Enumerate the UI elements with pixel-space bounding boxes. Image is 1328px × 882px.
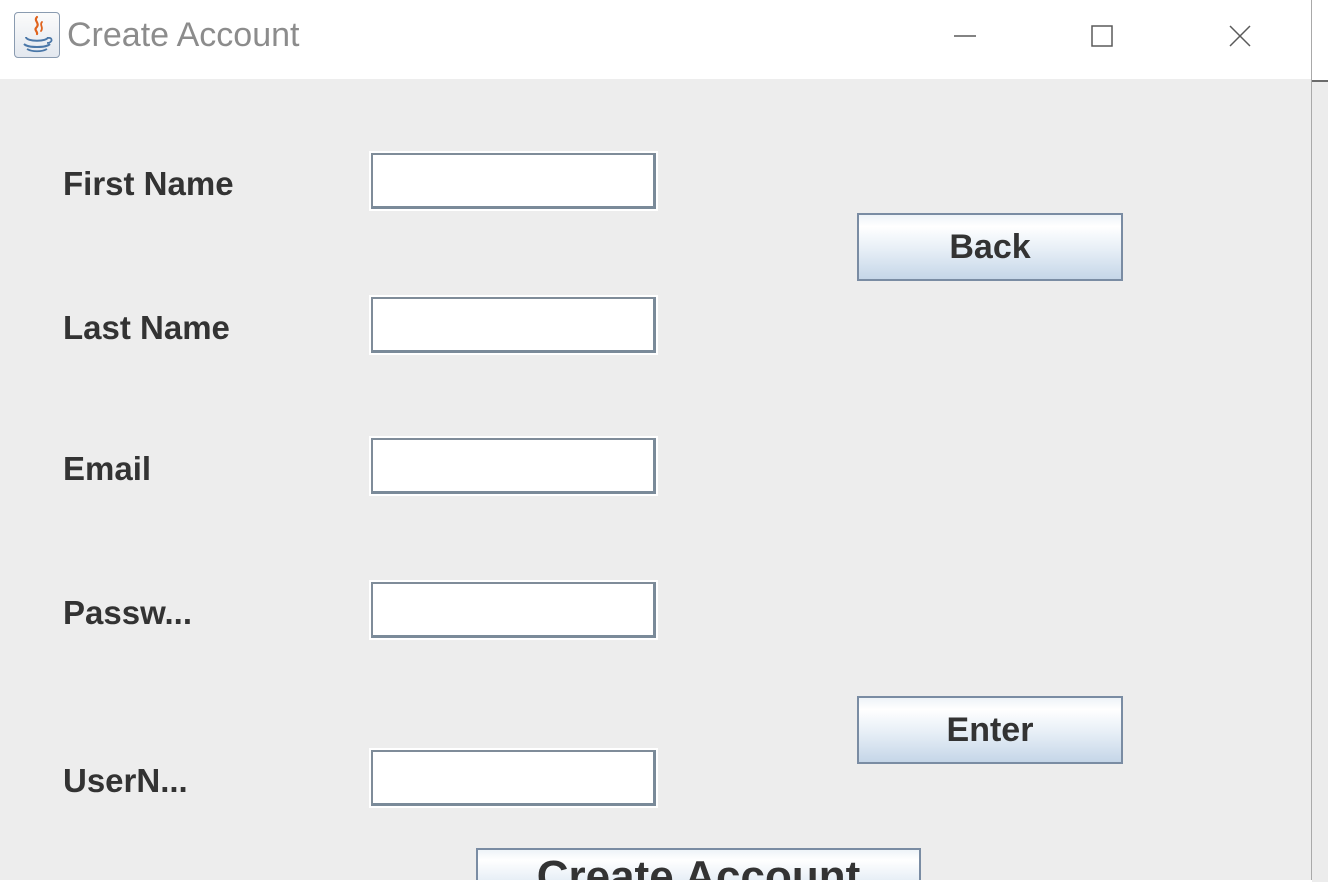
password-field[interactable] [369, 580, 658, 640]
email-label: Email [63, 450, 152, 487]
email-field[interactable] [369, 436, 658, 496]
background-window-edge [1312, 80, 1328, 882]
desktop: Create Account First Name Last Name Emai… [0, 0, 1328, 882]
back-button[interactable]: Back [857, 213, 1123, 281]
create-account-button-label: Create Account [536, 852, 861, 880]
window-title: Create Account [67, 16, 300, 54]
last-name-label: Last Name [63, 309, 230, 346]
create-account-button[interactable]: Create Account [476, 848, 921, 880]
last-name-field[interactable] [369, 295, 658, 355]
first-name-field[interactable] [369, 151, 658, 211]
title-bar[interactable]: Create Account [0, 0, 1311, 79]
password-label: Passw... [63, 594, 193, 631]
create-account-window: Create Account First Name Last Name Emai… [0, 0, 1312, 880]
username-label: UserN... [63, 762, 188, 799]
enter-button[interactable]: Enter [857, 696, 1123, 764]
java-cup-icon [14, 12, 60, 58]
minimize-icon [954, 35, 976, 37]
maximize-icon [1091, 25, 1113, 47]
username-field[interactable] [369, 748, 658, 808]
maximize-button[interactable] [1042, 0, 1162, 72]
first-name-label: First Name [63, 165, 234, 202]
close-icon [1229, 25, 1251, 47]
minimize-button[interactable] [905, 0, 1025, 72]
close-button[interactable] [1180, 0, 1300, 72]
